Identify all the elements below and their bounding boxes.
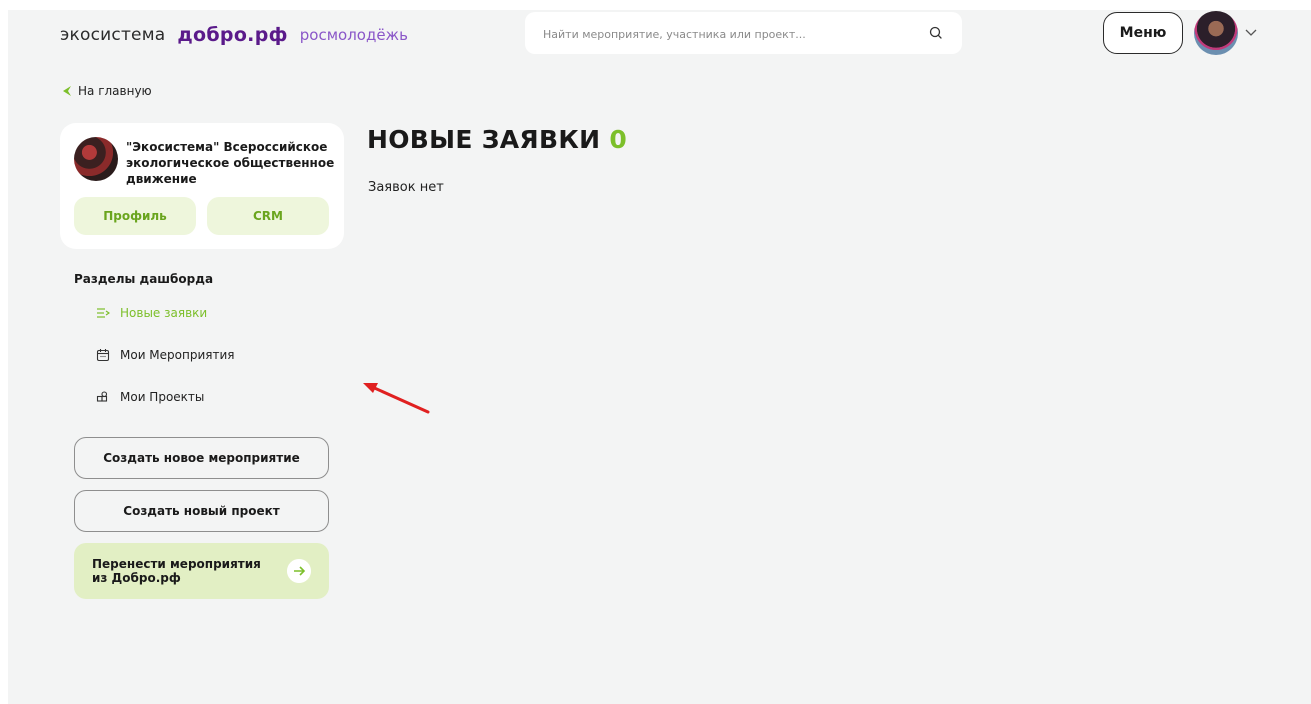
empty-state-text: Заявок нет	[368, 180, 444, 195]
search-bar	[525, 12, 962, 54]
nav-item-label: Новые заявки	[120, 306, 208, 320]
dashboard-sections-title: Разделы дашборда	[74, 272, 214, 286]
menu-button[interactable]: Меню	[1103, 12, 1183, 54]
user-avatar[interactable]	[1194, 11, 1238, 55]
nav-item-new-requests[interactable]: Новые заявки	[96, 306, 207, 320]
create-event-button[interactable]: Создать новое мероприятие	[74, 437, 329, 479]
grid-icon	[96, 391, 108, 402]
rosmolodezh-logo[interactable]: росмолодёжь	[300, 26, 408, 44]
chevron-down-icon[interactable]	[1244, 25, 1258, 39]
back-link-label: На главную	[78, 84, 152, 98]
arrow-right-icon	[287, 559, 311, 583]
nav-item-my-projects[interactable]: Мои Проекты	[96, 390, 204, 404]
transfer-events-button[interactable]: Перенести мероприятия из Добро.рф	[74, 543, 329, 599]
dobro-logo[interactable]: добро.рф	[177, 24, 287, 46]
back-arrow-icon	[63, 86, 71, 96]
organization-avatar	[74, 137, 118, 181]
ecosystem-logo[interactable]: экосистема	[60, 25, 165, 45]
page-title-text: НОВЫЕ ЗАЯВКИ	[367, 125, 601, 154]
nav-item-my-events[interactable]: Мои Мероприятия	[96, 348, 235, 362]
calendar-icon	[96, 349, 110, 362]
create-project-button[interactable]: Создать новый проект	[74, 490, 329, 532]
profile-button[interactable]: Профиль	[74, 197, 196, 235]
back-link[interactable]: На главную	[62, 84, 152, 98]
search-icon[interactable]	[928, 25, 944, 41]
requests-count: 0	[609, 125, 628, 154]
brand-logos: экосистема добро.рф росмолодёжь	[60, 20, 408, 50]
crm-button[interactable]: CRM	[207, 197, 329, 235]
nav-item-label: Мои Проекты	[120, 390, 205, 404]
transfer-events-label: Перенести мероприятия из Добро.рф	[92, 557, 261, 585]
list-arrow-icon	[97, 308, 110, 318]
organization-name: "Экосистема" Всероссийское экологическое…	[126, 140, 335, 186]
organization-card: "Экосистема" Всероссийское экологическое…	[60, 123, 344, 249]
nav-item-label: Мои Мероприятия	[120, 348, 235, 362]
page-title: НОВЫЕ ЗАЯВКИ 0	[367, 125, 627, 154]
search-input[interactable]	[541, 22, 925, 46]
annotation-arrow-icon	[363, 383, 430, 414]
